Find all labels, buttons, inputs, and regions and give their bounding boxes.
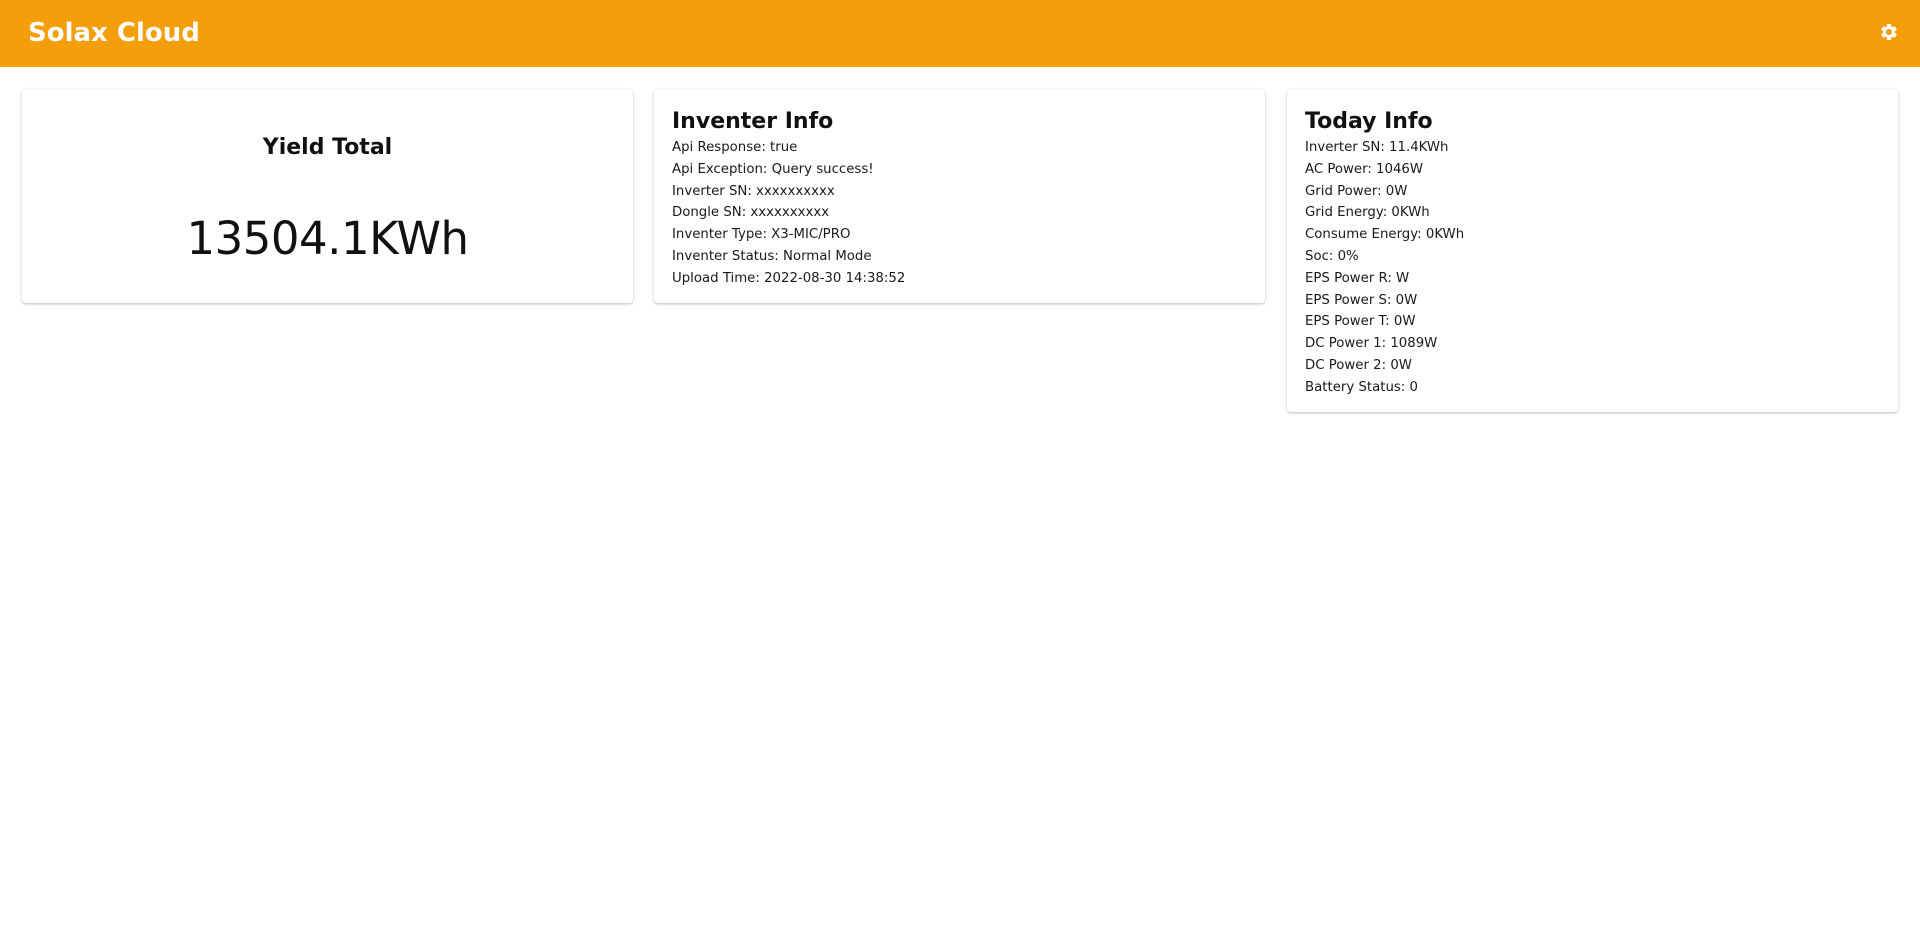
yield-total-card: Yield Total 13504.1KWh [22,89,633,303]
today-info-line: Grid Power: 0W [1305,183,1408,199]
today-info-line: EPS Power T: 0W [1305,314,1416,330]
app-bar: Solax Cloud [0,0,1920,67]
settings-button[interactable] [1877,20,1901,44]
today-info-line: Inverter SN: 11.4KWh [1305,140,1449,155]
today-info-line: DC Power 1: 1089W [1305,336,1438,352]
inverter-info-line: Inventer Status: Normal Mode [672,248,872,264]
inverter-info-line: Api Exception: Query success! [672,161,874,177]
today-info-list: Inverter SN: 11.4KWh AC Power: 1046W Gri… [1305,137,1464,399]
app-title: Solax Cloud [28,18,200,48]
today-info-line: DC Power 2: 0W [1305,357,1412,373]
inverter-info-line: Inventer Type: X3-MIC/PRO [672,227,851,243]
today-info-line: EPS Power R: W [1305,270,1410,286]
today-info-line: EPS Power S: 0W [1305,292,1418,308]
today-info-title: Today Info [1305,109,1433,134]
inverter-info-title: Inventer Info [672,109,834,134]
today-info-line: Soc: 0% [1305,248,1359,264]
yield-total-value: 13504.1KWh [186,212,469,265]
today-info-line: Consume Energy: 0KWh [1305,227,1465,243]
inverter-info-line: Api Response: true [672,140,798,155]
yield-total-title: Yield Total [262,135,393,160]
today-info-card: Today Info Inverter SN: 11.4KWh AC Power… [1287,89,1898,412]
today-info-line: Grid Energy: 0KWh [1305,205,1430,221]
today-info-line: Battery Status: 0 [1305,379,1418,395]
inverter-info-line: Dongle SN: xxxxxxxxxx [672,205,830,221]
inverter-info-card: Inventer Info Api Response: true Api Exc… [654,89,1265,303]
inverter-info-list: Api Response: true Api Exception: Query … [672,137,905,290]
gear-icon [1881,23,1897,40]
today-info-line: AC Power: 1046W [1305,161,1424,177]
inverter-info-line: Upload Time: 2022-08-30 14:38:52 [672,270,906,286]
inverter-info-line: Inverter SN: xxxxxxxxxx [672,183,835,199]
